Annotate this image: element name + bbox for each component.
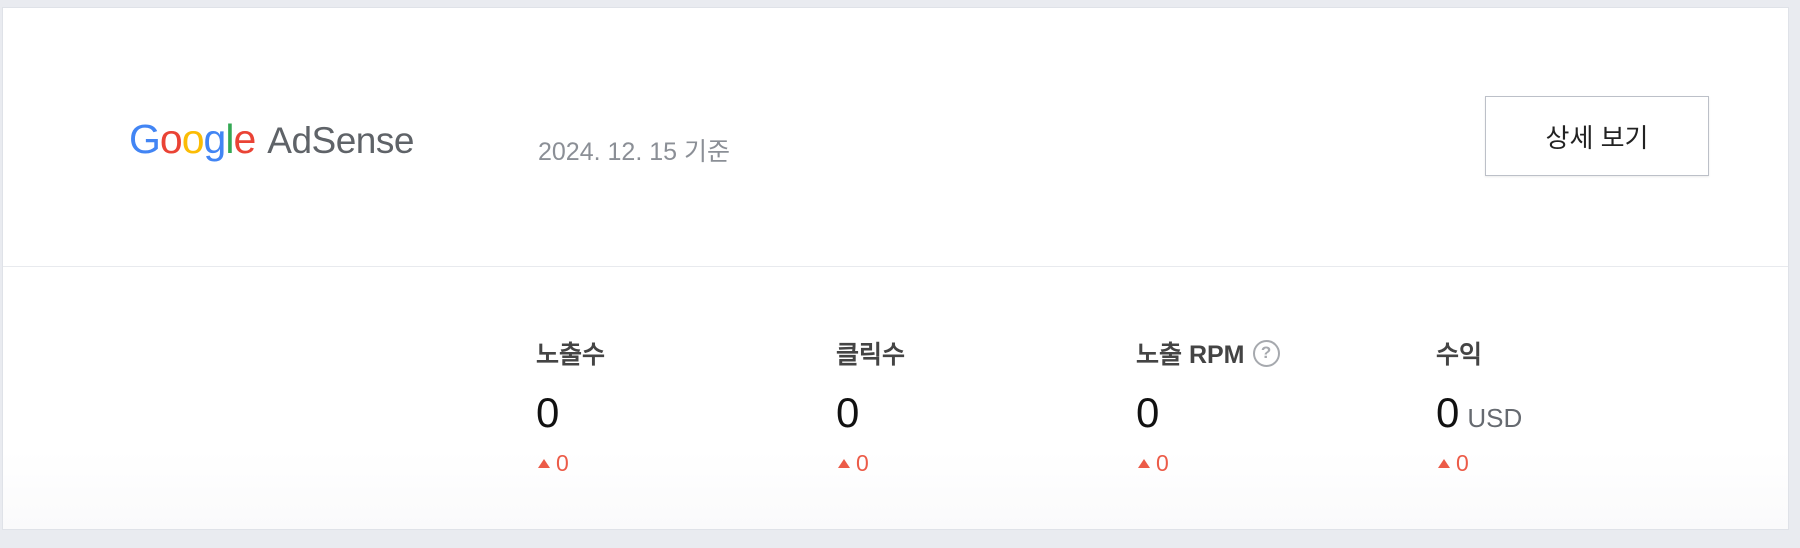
adsense-wordmark: AdSense [267,120,414,161]
logo-letter: G [129,116,161,162]
stat-value: 0 [1136,389,1160,436]
stats-row: 노출수 0 0 클릭수 0 0 노출 RPM ? 0 0 수익 0 USD 0 [3,267,1788,529]
stat-change-value: 0 [1456,450,1469,476]
logo-letter: o [181,116,205,162]
stat-label: 노출수 [536,341,606,369]
stat-clicks: 클릭수 0 0 [836,338,1096,477]
stat-value-row: 0 USD [1436,392,1696,434]
stat-value-row: 0 [1136,392,1396,434]
stat-label-row: 노출 RPM ? [1136,338,1396,369]
stat-value: 0 [1436,389,1460,436]
stat-label: 수익 [1436,341,1483,369]
stat-earnings: 수익 0 USD 0 [1436,338,1696,477]
currency-unit: USD [1467,403,1523,433]
stat-change: 0 [836,450,1096,477]
stat-value: 0 [536,389,560,436]
stat-change: 0 [1436,450,1696,477]
stat-change-value: 0 [856,450,869,476]
view-details-button[interactable]: 상세 보기 [1485,96,1709,176]
stat-change-value: 0 [556,450,569,476]
card-header: Google AdSense 2024. 12. 15 기준 상세 보기 [3,8,1788,267]
logo-letter: o [159,116,183,162]
stat-value-row: 0 [536,392,796,434]
logo-letter: l [225,116,234,162]
question-circle-icon[interactable]: ? [1252,339,1280,367]
stat-change: 0 [1136,450,1396,477]
stat-label: 클릭수 [836,341,906,369]
stat-value-row: 0 [836,392,1096,434]
adsense-summary-card: Google AdSense 2024. 12. 15 기준 상세 보기 노출수… [2,7,1789,530]
google-adsense-logo: Google AdSense [129,116,414,163]
stat-label: 노출 RPM [1136,341,1245,369]
as-of-date: 2024. 12. 15 기준 [538,138,730,166]
google-wordmark: Google [129,116,256,163]
logo-letter: e [233,116,256,162]
triangle-up-icon [1138,459,1150,468]
triangle-up-icon [838,459,850,468]
stat-impression-rpm: 노출 RPM ? 0 0 [1136,338,1396,477]
triangle-up-icon [1438,459,1450,468]
stat-change-value: 0 [1156,450,1169,476]
logo-letter: g [203,116,227,162]
stat-impressions: 노출수 0 0 [536,338,796,477]
stat-value: 0 [836,389,860,436]
triangle-up-icon [538,459,550,468]
stat-change: 0 [536,450,796,477]
